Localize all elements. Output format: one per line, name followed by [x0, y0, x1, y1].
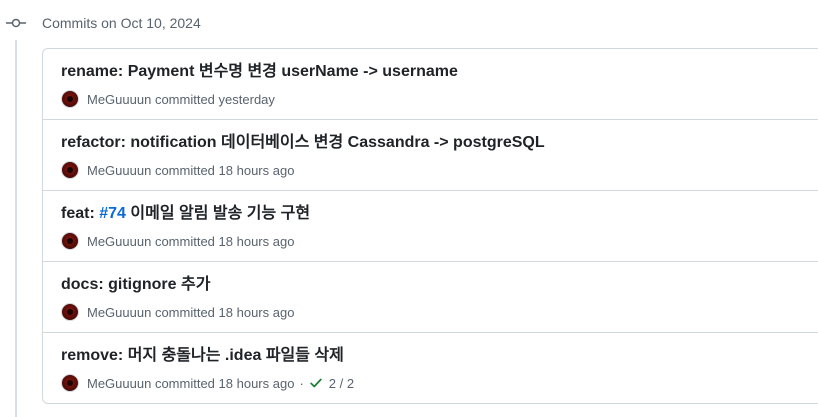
checks-count[interactable]: 2 / 2 — [329, 376, 354, 391]
user-avatar[interactable] — [61, 374, 79, 392]
commit-author[interactable]: MeGuuuun — [87, 234, 151, 249]
issue-link[interactable]: #74 — [99, 205, 126, 222]
commit-action: committed — [154, 91, 215, 107]
commit-meta: MeGuuuun committed 18 hours ago — [61, 231, 294, 251]
commit-row[interactable]: docs: gitignore 추가 MeGuuuun committed 18… — [43, 262, 818, 333]
commit-time[interactable]: 18 hours ago — [219, 305, 295, 320]
git-commit-icon — [6, 18, 26, 28]
commit-time[interactable]: 18 hours ago — [219, 163, 295, 178]
commit-meta: MeGuuuun committed yesterday — [61, 89, 275, 109]
commit-action: committed — [154, 162, 215, 178]
commit-title[interactable]: refactor: notification 데이터베이스 변경 Cassand… — [61, 133, 545, 153]
commit-author[interactable]: MeGuuuun — [87, 163, 151, 178]
meta-separator: · — [299, 375, 304, 391]
commit-list: rename: Payment 변수명 변경 userName -> usern… — [42, 48, 818, 404]
commit-meta: MeGuuuun committed 18 hours ago · 2 / 2 — [61, 373, 354, 393]
commit-title-prefix[interactable]: docs: gitignore — [61, 276, 181, 293]
user-avatar[interactable] — [61, 161, 79, 179]
commit-row[interactable]: refactor: notification 데이터베이스 변경 Cassand… — [43, 120, 818, 191]
commit-title[interactable]: feat: #74 이메일 알림 발송 기능 구현 — [61, 204, 310, 224]
commit-action: committed — [154, 375, 215, 391]
commit-title[interactable]: rename: Payment 변수명 변경 userName -> usern… — [61, 62, 458, 82]
timeline-line — [15, 40, 17, 417]
commit-action: committed — [154, 304, 215, 320]
commit-title-prefix[interactable]: feat: — [61, 205, 99, 222]
commit-row[interactable]: rename: Payment 변수명 변경 userName -> usern… — [43, 49, 818, 120]
commit-meta: MeGuuuun committed 18 hours ago — [61, 302, 294, 322]
commit-title[interactable]: docs: gitignore 추가 — [61, 275, 210, 295]
commit-author[interactable]: MeGuuuun — [87, 92, 151, 107]
commit-title-rest[interactable]: 머지 충돌나는 .idea 파일들 삭제 — [128, 347, 344, 364]
commit-row[interactable]: remove: 머지 충돌나는 .idea 파일들 삭제 MeGuuuun co… — [43, 333, 818, 403]
commit-meta: MeGuuuun committed 18 hours ago — [61, 160, 294, 180]
commit-title-prefix[interactable]: rename: Payment — [61, 63, 199, 80]
commit-title[interactable]: remove: 머지 충돌나는 .idea 파일들 삭제 — [61, 346, 344, 366]
commit-time[interactable]: 18 hours ago — [219, 376, 295, 391]
commit-title-prefix[interactable]: remove: — [61, 347, 128, 364]
commit-title-rest[interactable]: 추가 — [181, 276, 210, 293]
commit-time[interactable]: 18 hours ago — [219, 234, 295, 249]
commit-title-prefix[interactable]: refactor: notification — [61, 134, 221, 151]
commit-action: committed — [154, 233, 215, 249]
user-avatar[interactable] — [61, 90, 79, 108]
commit-group-title: Commits on Oct 10, 2024 — [42, 15, 201, 31]
commit-title-rest[interactable]: 이메일 알림 발송 기능 구현 — [126, 205, 310, 222]
commit-row[interactable]: feat: #74 이메일 알림 발송 기능 구현 MeGuuuun commi… — [43, 191, 818, 262]
user-avatar[interactable] — [61, 232, 79, 250]
user-avatar[interactable] — [61, 303, 79, 321]
commit-time[interactable]: yesterday — [219, 92, 275, 107]
commit-title-rest[interactable]: 데이터베이스 변경 Cassandra -> postgreSQL — [221, 134, 545, 151]
commit-title-rest[interactable]: 변수명 변경 userName -> username — [199, 63, 458, 80]
commit-author[interactable]: MeGuuuun — [87, 376, 151, 391]
check-icon[interactable] — [309, 376, 323, 390]
commit-author[interactable]: MeGuuuun — [87, 305, 151, 320]
